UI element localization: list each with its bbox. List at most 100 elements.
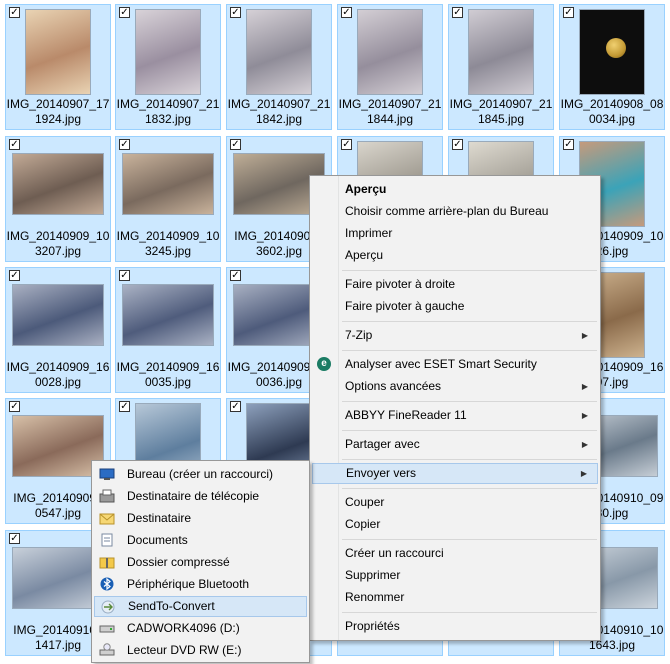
menu-item-label: ABBYY FineReader 11 [345,408,467,422]
selection-checkbox[interactable]: ✓ [9,139,20,150]
selection-checkbox[interactable]: ✓ [230,7,241,18]
menu-item-label: Choisir comme arrière-plan du Bureau [345,204,549,218]
photo-thumbnail [357,9,423,95]
send-to-item[interactable]: Lecteur DVD RW (E:) [94,640,307,661]
context-menu-item[interactable]: Choisir comme arrière-plan du Bureau [312,201,598,222]
menu-item-label: Propriétés [345,619,400,633]
thumbnail-caption: IMG_20140907_21 1845.jpg [449,97,553,126]
selection-checkbox[interactable]: ✓ [230,139,241,150]
photo-thumbnail [122,153,214,215]
context-menu-item[interactable]: Imprimer [312,223,598,244]
thumbnail-caption: IMG_20140909_16 0028.jpg [6,360,110,389]
context-menu-item[interactable]: Supprimer [312,565,598,586]
selection-checkbox[interactable]: ✓ [341,7,352,18]
context-menu-item[interactable]: Aperçu [312,179,598,200]
context-menu-item[interactable]: Couper [312,492,598,513]
selection-checkbox[interactable]: ✓ [9,401,20,412]
send-to-item[interactable]: SendTo-Convert [94,596,307,617]
selection-checkbox[interactable]: ✓ [341,139,352,150]
send-to-item-label: Destinataire de télécopie [127,489,260,503]
send-to-item[interactable]: Documents [94,530,307,551]
selection-checkbox[interactable]: ✓ [119,270,130,281]
send-to-item-label: Bureau (créer un raccourci) [127,467,274,481]
photo-thumbnail [12,284,104,346]
send-to-item[interactable]: CADWORK4096 (D:) [94,618,307,639]
thumbnail-caption: IMG_20140907_21 1832.jpg [116,97,220,126]
menu-item-label: Options avancées [345,379,442,393]
send-to-item-label: Périphérique Bluetooth [127,577,250,591]
menu-item-label: Aperçu [345,248,384,262]
menu-item-label: Envoyer vers [346,466,417,480]
selection-checkbox[interactable]: ✓ [230,270,241,281]
thumbnail-item[interactable]: ✓ IMG_20140907_21 1844.jpg [337,4,443,130]
zip-folder-icon [99,555,115,569]
photo-thumbnail [12,153,104,215]
context-menu-item[interactable]: Renommer [312,587,598,608]
fax-icon [99,489,115,503]
selection-checkbox[interactable]: ✓ [119,139,130,150]
thumbnail-caption: IMG_20140907_21 1844.jpg [338,97,442,126]
thumbnail-caption: IMG_20140907_17 1924.jpg [6,97,110,126]
thumbnail-item[interactable]: ✓ IMG_20140908_08 0034.jpg [559,4,665,130]
context-menu-item[interactable]: Créer un raccourci [312,543,598,564]
context-menu-item[interactable]: 7-Zip ▶ [312,325,598,346]
send-to-item-label: Lecteur DVD RW (E:) [127,643,242,657]
context-menu: Aperçu Choisir comme arrière-plan du Bure… [309,175,601,641]
photo-thumbnail [135,9,201,95]
context-menu-item[interactable]: ABBYY FineReader 11 ▶ [312,405,598,426]
selection-checkbox[interactable]: ✓ [119,401,130,412]
selection-checkbox[interactable]: ✓ [230,401,241,412]
context-menu-item[interactable]: Partager avec ▶ [312,434,598,455]
menu-separator [342,401,597,402]
selection-checkbox[interactable]: ✓ [452,139,463,150]
context-menu-item[interactable]: Propriétés [312,616,598,637]
selection-checkbox[interactable]: ✓ [452,7,463,18]
submenu-arrow-icon: ▶ [581,440,588,449]
menu-item-label: Faire pivoter à gauche [345,299,465,313]
context-menu-item[interactable]: Aperçu [312,245,598,266]
bluetooth-icon [99,577,115,591]
send-to-item[interactable]: Périphérique Bluetooth [94,574,307,595]
thumbnail-item[interactable]: ✓ IMG_20140907_21 1845.jpg [448,4,554,130]
selection-checkbox[interactable]: ✓ [9,7,20,18]
thumbnail-item[interactable]: ✓ IMG_20140909_16 0028.jpg [5,267,111,393]
photo-thumbnail [122,284,214,346]
thumbnail-item[interactable]: ✓ IMG_20140909_10 3245.jpg [115,136,221,262]
photo-thumbnail [25,9,91,95]
photo-thumbnail [246,9,312,95]
selection-checkbox[interactable]: ✓ [563,139,574,150]
thumbnail-item[interactable]: ✓ IMG_20140909_16 0035.jpg [115,267,221,393]
context-menu-item[interactable]: Envoyer vers ▶ [312,463,598,484]
selection-checkbox[interactable]: ✓ [119,7,130,18]
menu-item-label: Faire pivoter à droite [345,277,456,291]
menu-separator [342,488,597,489]
context-menu-item[interactable]: Faire pivoter à droite [312,274,598,295]
send-to-item-label: Dossier compressé [127,555,230,569]
send-to-item[interactable]: Bureau (créer un raccourci) [94,464,307,485]
menu-separator [342,321,597,322]
thumbnail-item[interactable]: ✓ IMG_20140909_10 3207.jpg [5,136,111,262]
thumbnail-item[interactable]: ✓ IMG_20140907_17 1924.jpg [5,4,111,130]
menu-separator [342,350,597,351]
send-to-item[interactable]: Destinataire de télécopie [94,486,307,507]
selection-checkbox[interactable]: ✓ [9,270,20,281]
menu-item-label: Renommer [345,590,405,604]
menu-item-label: Couper [345,495,385,509]
menu-item-label: Supprimer [345,568,401,582]
photo-thumbnail [468,9,534,95]
menu-item-label: Imprimer [345,226,393,240]
submenu-arrow-icon: ▶ [580,469,587,478]
menu-item-label: Partager avec [345,437,420,451]
thumbnail-item[interactable]: ✓ IMG_20140907_21 1832.jpg [115,4,221,130]
thumbnail-item[interactable]: ✓ IMG_20140907_21 1842.jpg [226,4,332,130]
thumbnail-caption: IMG_20140909_10 3245.jpg [116,229,220,258]
menu-separator [342,459,597,460]
send-to-item[interactable]: Destinataire [94,508,307,529]
selection-checkbox[interactable]: ✓ [563,7,574,18]
selection-checkbox[interactable]: ✓ [9,533,20,544]
context-menu-item[interactable]: Copier [312,514,598,535]
send-to-item[interactable]: Dossier compressé [94,552,307,573]
context-menu-item[interactable]: Analyser avec ESET Smart Security e [312,354,598,375]
context-menu-item[interactable]: Options avancées ▶ [312,376,598,397]
context-menu-item[interactable]: Faire pivoter à gauche [312,296,598,317]
